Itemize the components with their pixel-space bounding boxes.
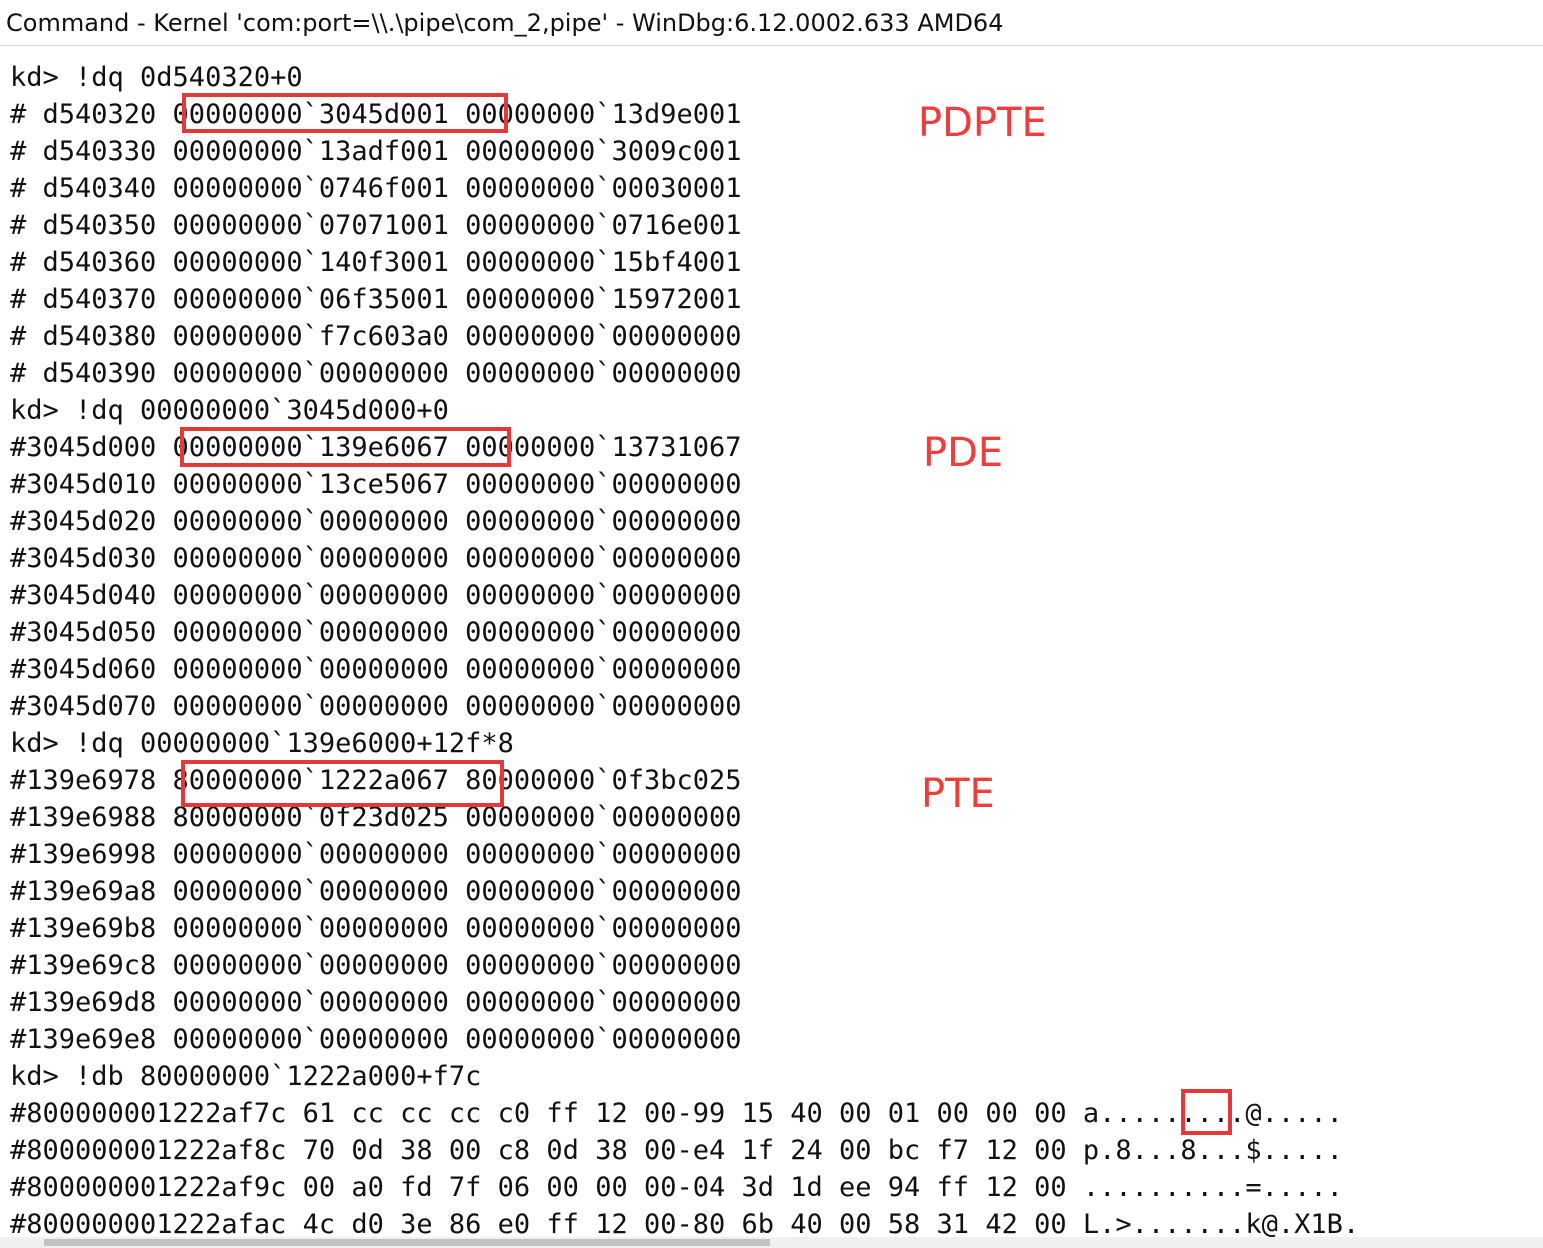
output-line: # d540360 00000000`140f3001 00000000`15b…: [10, 247, 742, 278]
output-line: # d540330 00000000`13adf001 00000000`300…: [10, 136, 742, 167]
output-line: #139e69e8 00000000`00000000 00000000`000…: [10, 1024, 742, 1055]
window-title: Command - Kernel 'com:port=\\.\pipe\com_…: [0, 0, 1543, 46]
output-line: #3045d050 00000000`00000000 00000000`000…: [10, 617, 742, 648]
output-line: #139e6998 00000000`00000000 00000000`000…: [10, 839, 742, 870]
output-line: #3045d010 00000000`13ce5067 00000000`000…: [10, 469, 742, 500]
output-line: #3045d020 00000000`00000000 00000000`000…: [10, 506, 742, 537]
windbg-command-window: Command - Kernel 'com:port=\\.\pipe\com_…: [0, 0, 1543, 1248]
pde-highlight-box: [180, 427, 511, 467]
output-line: # d540390 00000000`00000000 00000000`000…: [10, 358, 742, 389]
output-line: # d540340 00000000`0746f001 00000000`000…: [10, 173, 742, 204]
scrollbar-thumb[interactable]: [44, 1239, 770, 1246]
command-output[interactable]: kd> !dq 0d540320+0 # d540320 00000000`304…: [0, 47, 1543, 1240]
pde-annotation: PDE: [923, 430, 1004, 476]
byte-a-highlight-box: [1181, 1089, 1232, 1135]
output-line: #800000001222af9c 00 a0 fd 7f 06 00 00 0…: [10, 1172, 1343, 1203]
output-line: #3045d060 00000000`00000000 00000000`000…: [10, 654, 742, 685]
command-line: kd> !dq 00000000`3045d000+0: [10, 395, 449, 426]
pte-annotation: PTE: [921, 771, 995, 817]
output-line: #139e69b8 00000000`00000000 00000000`000…: [10, 913, 742, 944]
horizontal-scrollbar[interactable]: [0, 1237, 1543, 1248]
output-line: #3045d040 00000000`00000000 00000000`000…: [10, 580, 742, 611]
output-line: #800000001222af8c 70 0d 38 00 c8 0d 38 0…: [10, 1135, 1343, 1166]
pdpte-highlight-box: [182, 93, 508, 133]
output-line: #3045d030 00000000`00000000 00000000`000…: [10, 543, 742, 574]
output-line: #139e69a8 00000000`00000000 00000000`000…: [10, 876, 742, 907]
command-line: kd> !dq 0d540320+0: [10, 62, 303, 93]
output-lines: kd> !dq 0d540320+0 # d540320 00000000`304…: [10, 59, 1359, 1243]
output-line: #800000001222af7c 61 cc cc cc c0 ff 12 0…: [10, 1098, 1343, 1129]
output-line: # d540350 00000000`07071001 00000000`071…: [10, 210, 742, 241]
output-line: #139e69c8 00000000`00000000 00000000`000…: [10, 950, 742, 981]
output-line: #3045d070 00000000`00000000 00000000`000…: [10, 691, 742, 722]
output-line: #139e69d8 00000000`00000000 00000000`000…: [10, 987, 742, 1018]
output-line: # d540370 00000000`06f35001 00000000`159…: [10, 284, 742, 315]
command-line: kd> !dq 00000000`139e6000+12f*8: [10, 728, 514, 759]
output-line: # d540380 00000000`f7c603a0 00000000`000…: [10, 321, 742, 352]
pte-highlight-box: [181, 760, 504, 807]
command-line: kd> !db 80000000`1222a000+f7c: [10, 1061, 482, 1092]
pdpte-annotation: PDPTE: [918, 100, 1047, 146]
